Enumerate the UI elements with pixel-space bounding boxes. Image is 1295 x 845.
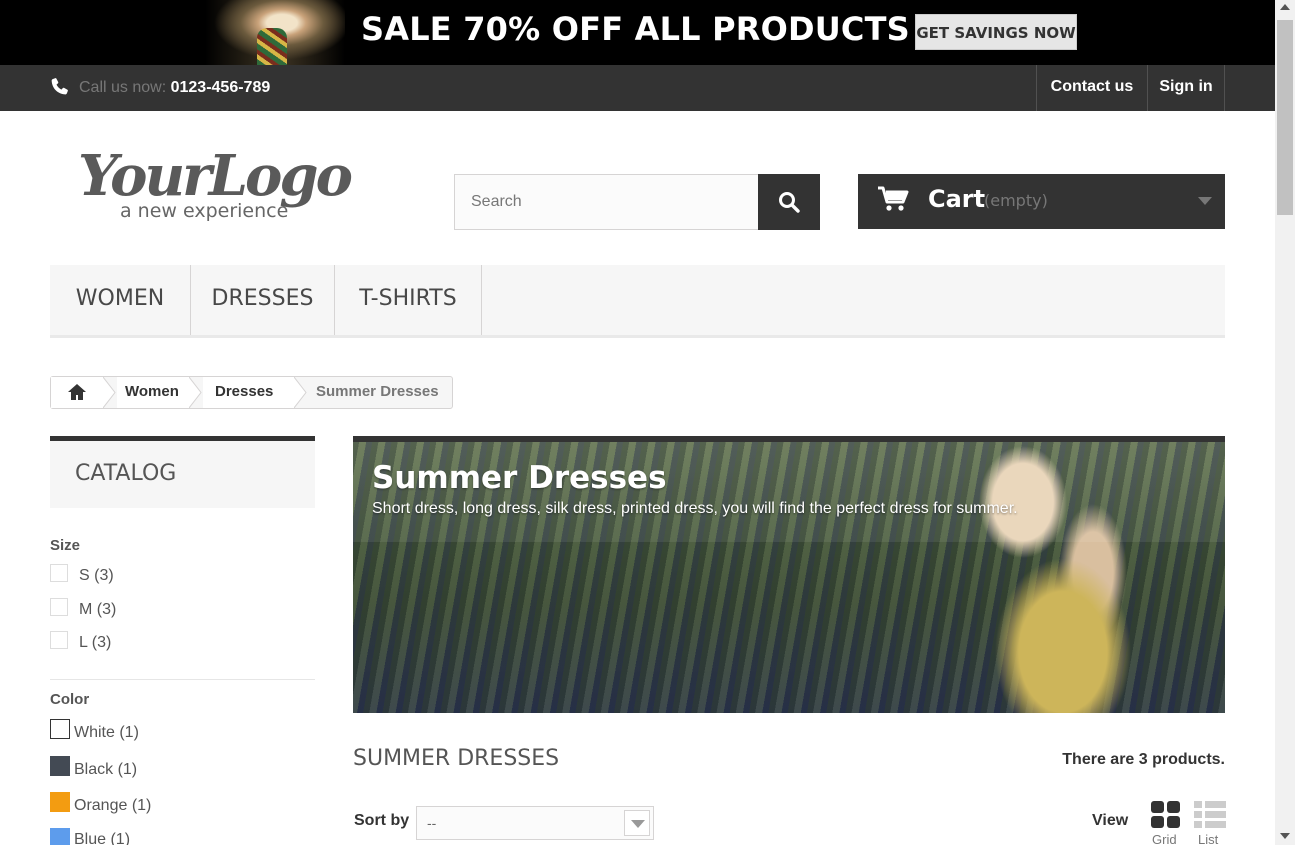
category-banner-title: Summer Dresses [372,460,667,496]
logo-graphic: YourLogo a new experience [78,143,355,222]
search-input[interactable]: Search [454,174,759,230]
page-scrollbar[interactable] [1275,0,1295,845]
grid-view-icon[interactable] [1151,801,1181,829]
promo-headline: SALE 70% OFF ALL PRODUCTS [361,10,910,48]
breadcrumb-current: Summer Dresses [316,383,439,400]
grid-view-label[interactable]: Grid [1152,832,1177,845]
top-nav-bar: Call us now: 0123-456-789 Contact us Sig… [0,65,1275,111]
color-black-swatch[interactable] [50,756,70,776]
size-l-label[interactable]: L (3) [79,634,111,652]
sort-by-select[interactable]: -- [416,806,654,840]
svg-text:a new experience: a new experience [120,200,288,222]
contact-us-link[interactable]: Contact us [1036,65,1147,111]
menu-item-women[interactable]: WOMEN [50,265,191,335]
breadcrumb-home[interactable] [51,377,103,408]
category-banner: Summer Dresses Short dress, long dress, … [353,436,1225,713]
cart-icon [878,186,909,211]
color-white-label[interactable]: White (1) [74,724,139,742]
site-logo[interactable]: YourLogo a new experience [76,137,376,227]
scroll-down-icon[interactable] [1280,833,1290,839]
product-count: There are 3 products. [1062,751,1225,768]
home-icon [68,384,86,400]
color-blue-swatch[interactable] [50,828,70,845]
breadcrumb-separator [189,377,202,408]
color-orange-swatch[interactable] [50,792,70,812]
filter-divider [50,679,315,680]
call-prefix: Call us now: [79,79,167,96]
phone-icon [51,78,68,95]
scroll-up-icon[interactable] [1280,4,1290,10]
category-banner-description: Short dress, long dress, silk dress, pri… [372,500,1018,517]
breadcrumb-separator [294,377,307,408]
menu-item-t-shirts[interactable]: T-SHIRTS [335,265,482,335]
breadcrumb-item-dresses[interactable]: Dresses [203,377,294,408]
size-m-label[interactable]: M (3) [79,601,116,619]
cart-status: (empty) [984,191,1048,210]
size-m-checkbox[interactable] [50,598,68,616]
sign-in-link[interactable]: Sign in [1147,65,1225,111]
promo-banner[interactable]: SALE 70% OFF ALL PRODUCTS GET SAVINGS NO… [0,0,1275,65]
menu-item-dresses[interactable]: DRESSES [191,265,335,335]
main-menu: WOMEN DRESSES T-SHIRTS [50,265,1225,338]
chevron-down-icon [624,810,650,836]
search-icon [779,192,800,213]
cart-button[interactable]: Cart (empty) [858,174,1225,229]
breadcrumb-item-women[interactable]: Women [117,377,189,408]
list-view-label[interactable]: List [1198,832,1218,845]
list-view-icon[interactable] [1194,801,1226,829]
size-s-checkbox[interactable] [50,564,68,582]
category-heading: SUMMER DRESSES [353,746,560,771]
catalog-title: CATALOG [75,461,177,486]
sort-by-label: Sort by [354,812,410,829]
get-savings-button[interactable]: GET SAVINGS NOW [915,14,1077,50]
color-black-label[interactable]: Black (1) [74,761,137,779]
call-us-text: Call us now: 0123-456-789 [79,79,270,97]
promo-model-image [205,0,345,65]
chevron-down-icon [1198,197,1212,205]
catalog-block-title: CATALOG [50,436,315,508]
color-white-swatch[interactable] [50,719,70,739]
cart-label: Cart [928,185,986,213]
breadcrumb: Women Dresses Summer Dresses [50,376,453,409]
sort-by-value: -- [427,815,437,831]
search-button[interactable] [758,174,820,230]
size-s-label[interactable]: S (3) [79,567,114,585]
breadcrumb-separator [103,377,116,408]
scrollbar-thumb[interactable] [1277,20,1293,215]
size-l-checkbox[interactable] [50,631,68,649]
phone-number: 0123-456-789 [170,79,271,96]
color-filter-title: Color [50,691,90,708]
size-filter-title: Size [50,537,81,554]
color-orange-label[interactable]: Orange (1) [74,797,151,815]
color-blue-label[interactable]: Blue (1) [74,831,130,845]
view-label: View [1092,812,1129,829]
